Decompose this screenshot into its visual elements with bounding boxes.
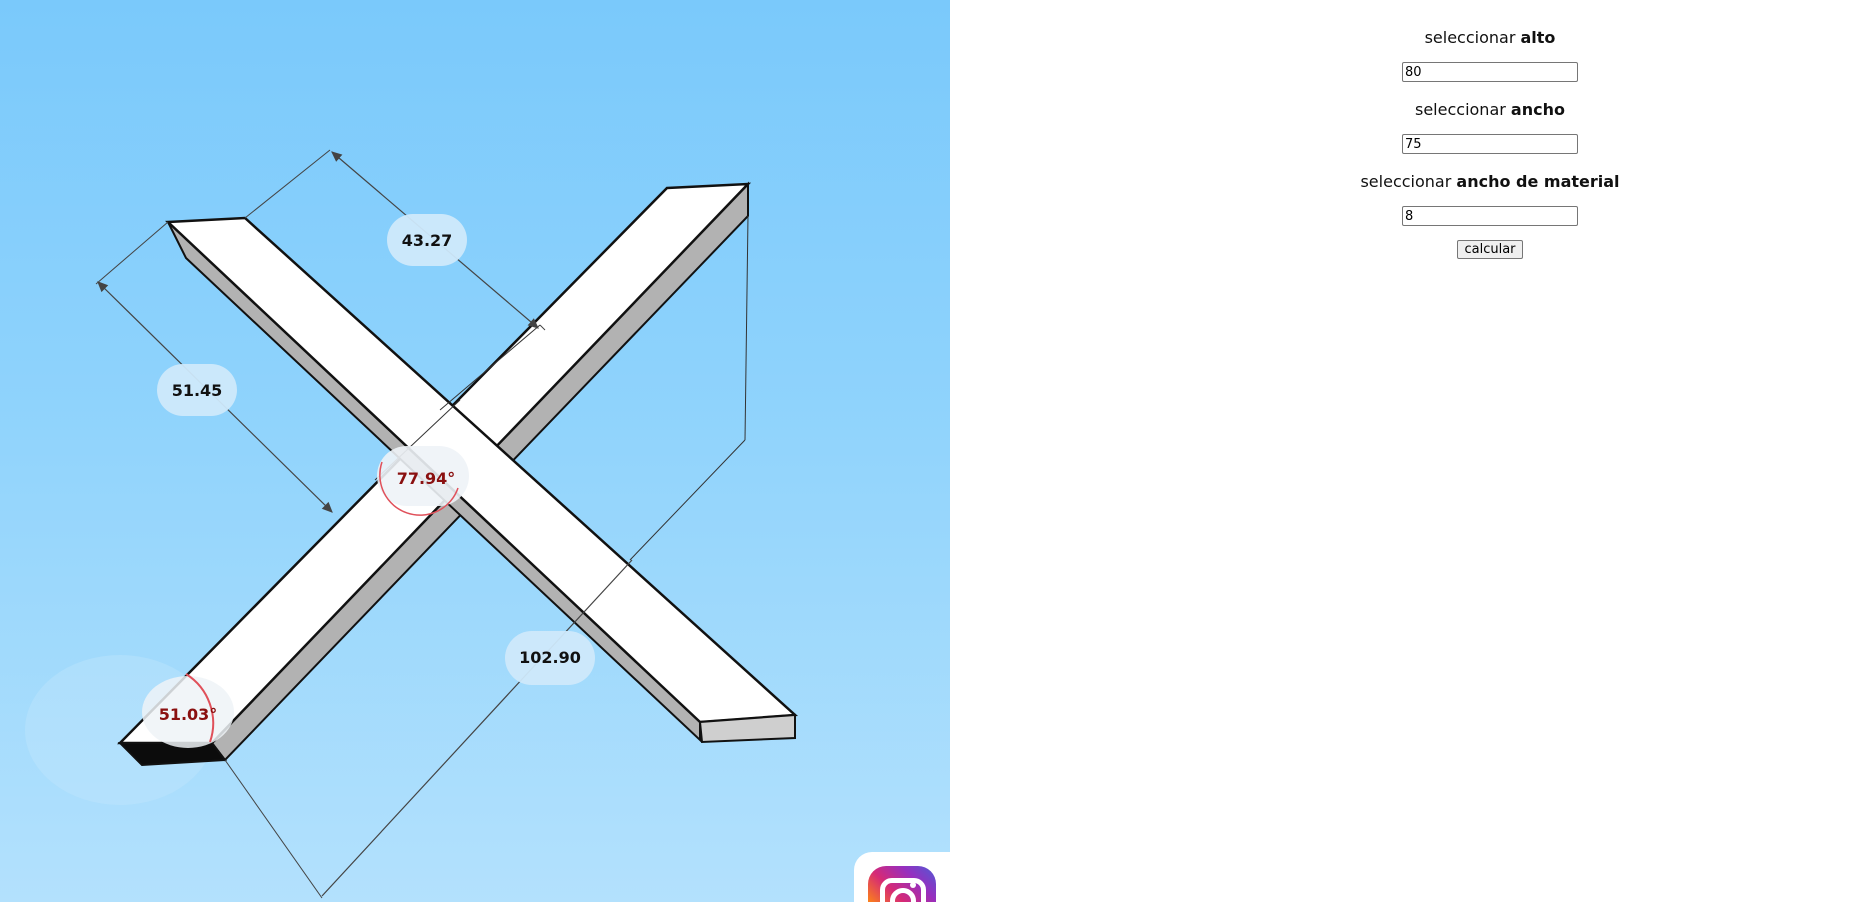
alto-input[interactable]: [1402, 62, 1578, 82]
angle-center-label: 77.94°: [397, 469, 456, 488]
ancho-input[interactable]: [1402, 134, 1578, 154]
3d-viewport[interactable]: 43.27 51.45 102.90 77.94° 51.03°: [0, 0, 950, 902]
settings-panel: seleccionar alto seleccionar ancho selec…: [1290, 26, 1690, 259]
alto-label: seleccionar alto: [1424, 28, 1556, 47]
material-label: seleccionar ancho de material: [1360, 172, 1620, 191]
angle-corner-label: 51.03°: [159, 705, 218, 724]
ancho-label: seleccionar ancho: [1415, 100, 1565, 119]
dimension-left-label: 51.45: [172, 381, 223, 400]
x-frame-drawing: 43.27 51.45 102.90 77.94° 51.03°: [25, 149, 799, 899]
calcular-button[interactable]: calcular: [1457, 240, 1523, 259]
instagram-link[interactable]: [854, 852, 950, 902]
material-input[interactable]: [1402, 206, 1578, 226]
instagram-icon: [868, 866, 936, 902]
dimension-top-label: 43.27: [402, 231, 453, 250]
dimension-bottom-label: 102.90: [519, 648, 581, 667]
